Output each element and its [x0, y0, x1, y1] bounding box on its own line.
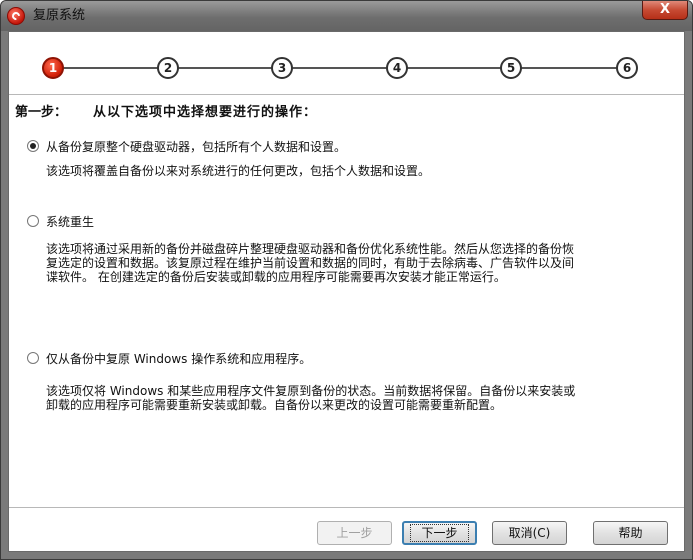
step-instruction: 从以下选项中选择想要进行的操作：: [93, 105, 318, 120]
divider: [9, 507, 684, 508]
restore-system-window: 复原系统 X 1 2 3 4 5 6 第一步： 从以下选项中选择想要进行的操作： …: [0, 0, 693, 560]
step-indicator-6: 6: [616, 57, 638, 79]
step-indicator-1: 1: [42, 57, 64, 79]
close-button[interactable]: X: [642, 1, 688, 20]
back-button[interactable]: 上一步: [317, 521, 392, 545]
description-line: 复选定的设置和数据。该复原过程在维护当前设置和数据的同时，有助于去除病毒、广告软…: [46, 256, 575, 270]
window-title: 复原系统: [33, 8, 86, 23]
step-indicator-3: 3: [271, 57, 293, 79]
option-system-rebirth-label[interactable]: 系统重生: [46, 213, 94, 230]
option-full-restore-label[interactable]: 从备份复原整个硬盘驱动器，包括所有个人数据和设置。: [46, 138, 346, 155]
next-button-label: 下一步: [410, 524, 469, 542]
divider: [9, 94, 684, 95]
close-icon: X: [659, 2, 671, 17]
description-line: 该选项将通过采用新的备份并磁盘碎片整理硬盘驱动器和备份优化系统性能。然后从您选择…: [46, 242, 575, 256]
step-label: 第一步：: [15, 105, 68, 120]
cancel-button[interactable]: 取消(C): [492, 521, 567, 545]
step-indicator-5: 5: [500, 57, 522, 79]
title-bar[interactable]: 复原系统 X: [1, 1, 692, 31]
restore-app-icon: [7, 7, 25, 25]
option-windows-only-description: 该选项仅将 Windows 和某些应用程序文件复原到备份的状态。当前数据将保留。…: [46, 384, 646, 412]
option-system-rebirth-radio[interactable]: [27, 215, 39, 227]
wizard-content: 1 2 3 4 5 6 第一步： 从以下选项中选择想要进行的操作： 从备份复原整个…: [8, 31, 685, 552]
step-heading: 第一步： 从以下选项中选择想要进行的操作：: [15, 101, 317, 120]
option-full-restore-description: 该选项将覆盖自备份以来对系统进行的任何更改，包括个人数据和设置。: [46, 164, 646, 178]
option-full-restore-radio[interactable]: [27, 140, 39, 152]
description-line: 谍软件。 在创建选定的备份后安装或卸载的应用程序可能需要再次安装才能正常运行。: [46, 270, 506, 284]
description-line: 该选项仅将 Windows 和某些应用程序文件复原到备份的状态。当前数据将保留。…: [46, 384, 576, 398]
description-line: 该选项将覆盖自备份以来对系统进行的任何更改，包括个人数据和设置。: [46, 164, 431, 178]
step-indicator-2: 2: [157, 57, 179, 79]
option-windows-only-radio[interactable]: [27, 352, 39, 364]
option-windows-only-label[interactable]: 仅从备份中复原 Windows 操作系统和应用程序。: [46, 350, 311, 367]
description-line: 卸载的应用程序可能需要重新安装或卸载。自备份以来更改的设置可能需要重新配置。: [46, 398, 503, 412]
step-progress-line: [59, 67, 633, 69]
option-system-rebirth-description: 该选项将通过采用新的备份并磁盘碎片整理硬盘驱动器和备份优化系统性能。然后从您选择…: [46, 242, 646, 284]
step-indicator-4: 4: [386, 57, 408, 79]
next-button[interactable]: 下一步: [402, 521, 477, 545]
help-button[interactable]: 帮助: [593, 521, 668, 545]
